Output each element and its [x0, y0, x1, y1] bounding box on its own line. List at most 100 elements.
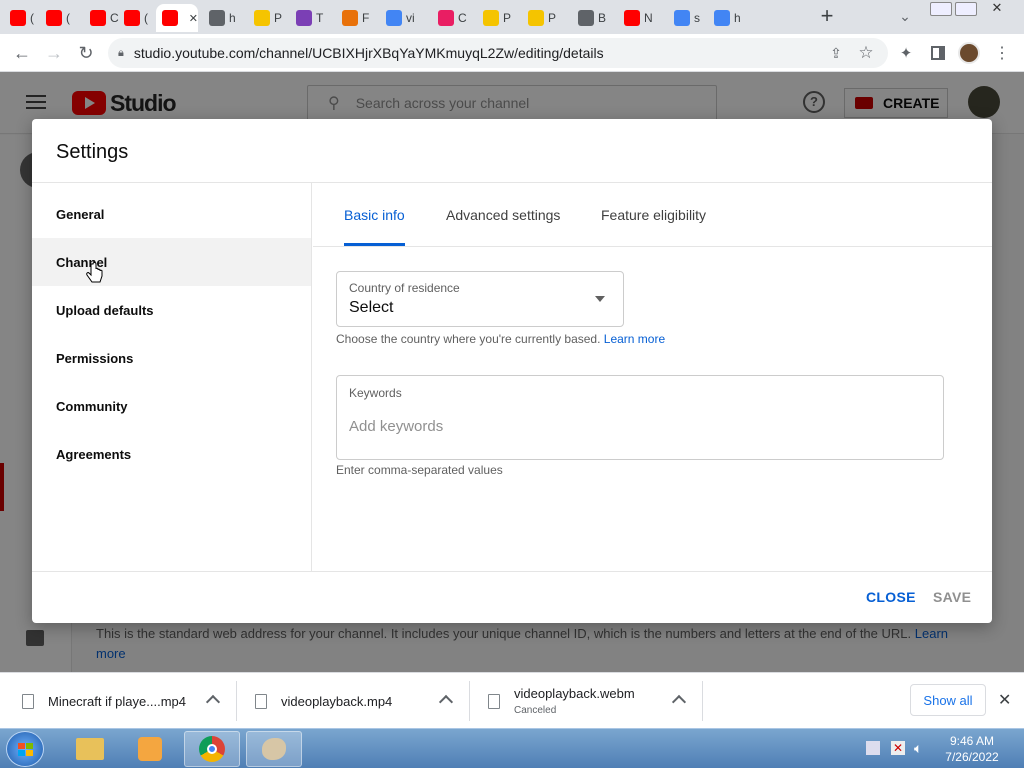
browser-tab[interactable]: (	[40, 4, 78, 32]
download-item[interactable]: videoplayback.webm Canceled	[488, 673, 688, 729]
download-item[interactable]: videoplayback.mp4	[255, 673, 455, 729]
tab-title: h	[734, 11, 741, 25]
dialog-title: Settings	[56, 141, 129, 163]
google-icon	[674, 10, 690, 26]
settings-nav: General Channel Upload defaults Permissions…	[32, 183, 312, 571]
keywords-field[interactable]: Keywords	[336, 375, 944, 460]
tab-title: C	[458, 11, 467, 25]
browser-tab[interactable]: (	[118, 4, 156, 32]
learn-more-link[interactable]: Learn more	[604, 332, 665, 346]
settings-tabs: Basic info Advanced settings Feature eligi…	[313, 183, 992, 247]
address-bar[interactable]: 🔒︎ studio.youtube.com/channel/UCBIXHjrXB…	[108, 38, 888, 68]
close-window-button[interactable]: ✕	[982, 0, 1012, 16]
settings-nav-item-channel[interactable]: Channel	[32, 238, 311, 286]
restore-button[interactable]	[955, 2, 977, 16]
country-help: Choose the country where you're currentl…	[336, 332, 665, 346]
browser-tab-strip: ((C (✕ h P T Fvi C P P B Ns h + ⌄ ✕	[0, 0, 1024, 34]
chrome-taskbar-icon[interactable]	[184, 731, 240, 767]
youtube-icon	[46, 10, 62, 26]
close-download-bar-icon[interactable]: ✕	[998, 690, 1011, 710]
taskbar-clock[interactable]: 9:46 AM 7/26/2022	[932, 733, 1012, 765]
globe-icon	[209, 10, 225, 26]
paint-icon	[342, 10, 358, 26]
browser-tab[interactable]: C	[432, 4, 470, 32]
reload-button[interactable]: ↻	[74, 41, 98, 65]
smiley-icon	[254, 10, 270, 26]
tab-feature-eligibility[interactable]: Feature eligibility	[601, 183, 706, 246]
download-filename: videoplayback.webm	[514, 686, 635, 701]
new-tab-button[interactable]: +	[815, 3, 839, 28]
tab-title: P	[503, 11, 512, 25]
tab-title: T	[316, 11, 324, 25]
bookmark-star-icon[interactable]: ☆	[854, 41, 878, 65]
share-icon[interactable]: ⇪	[824, 41, 848, 65]
tab-advanced-settings[interactable]: Advanced settings	[446, 183, 560, 246]
browser-tab[interactable]: s	[668, 4, 706, 32]
media-player-taskbar-icon[interactable]	[122, 731, 178, 767]
download-item[interactable]: Minecraft if playe....mp4	[22, 673, 222, 729]
browser-tab[interactable]: h	[708, 4, 746, 32]
browser-tab[interactable]: P	[522, 4, 560, 32]
tab-title: N	[644, 11, 653, 25]
browser-tab[interactable]: F	[336, 4, 374, 32]
tab-title: vi	[406, 11, 415, 25]
browser-tab[interactable]: P	[248, 4, 286, 32]
tab-title: P	[274, 11, 283, 25]
action-center-tray-icon[interactable]: ✕	[891, 741, 905, 755]
back-button[interactable]: ←	[10, 41, 34, 65]
tab-label: Advanced settings	[446, 206, 561, 223]
settings-nav-item-agreements[interactable]: Agreements	[32, 430, 311, 478]
extensions-puzzle-icon[interactable]: ✦	[894, 41, 918, 65]
browser-tab[interactable]: h	[203, 4, 241, 32]
hand-cursor-icon	[86, 262, 103, 283]
youtube-icon	[162, 10, 178, 26]
divider	[236, 681, 237, 721]
sidepanel-icon[interactable]	[926, 41, 950, 65]
volume-tray-icon[interactable]: 🔈︎	[914, 740, 922, 757]
profile-avatar[interactable]	[958, 42, 980, 64]
youtube-icon	[124, 10, 140, 26]
browser-tab[interactable]: T	[290, 4, 328, 32]
youtube-icon	[624, 10, 640, 26]
tab-basic-info[interactable]: Basic info	[344, 183, 405, 246]
tab-title: B	[598, 11, 607, 25]
keywords-input[interactable]	[349, 418, 929, 435]
settings-nav-item-permissions[interactable]: Permissions	[32, 334, 311, 382]
browser-tab[interactable]: ✕	[156, 4, 198, 32]
file-explorer-taskbar-icon[interactable]	[62, 731, 118, 767]
country-label: Country of residence	[349, 281, 460, 295]
settings-nav-item-general[interactable]: General	[32, 190, 311, 238]
settings-nav-item-upload-defaults[interactable]: Upload defaults	[32, 286, 311, 334]
settings-nav-item-community[interactable]: Community	[32, 382, 311, 430]
country-help-text: Choose the country where you're currentl…	[336, 332, 601, 346]
browser-tab[interactable]: C	[84, 4, 122, 32]
forward-button[interactable]: →	[42, 41, 66, 65]
browser-menu-icon[interactable]: ⋮	[990, 41, 1014, 65]
country-of-residence-select[interactable]: Country of residence Select	[336, 271, 624, 327]
browser-tab[interactable]: vi	[380, 4, 418, 32]
google-icon	[714, 10, 730, 26]
browser-tab[interactable]: (	[4, 4, 42, 32]
keywords-help: Enter comma-separated values	[336, 463, 503, 477]
close-tab-icon[interactable]: ✕	[189, 12, 198, 25]
close-button[interactable]: CLOSE	[866, 589, 916, 605]
globe-icon	[578, 10, 594, 26]
tab-title: s	[694, 11, 700, 25]
download-filename: videoplayback.mp4	[281, 693, 393, 709]
save-button[interactable]: SAVE	[933, 589, 971, 605]
browser-toolbar: ← → ↻ 🔒︎ studio.youtube.com/channel/UCBI…	[0, 34, 1024, 72]
start-button[interactable]	[6, 731, 44, 767]
tab-title: (	[144, 11, 148, 25]
file-icon	[255, 693, 267, 709]
download-bar: Minecraft if playe....mp4 videoplayback.m…	[0, 672, 1024, 728]
tab-search-chevron-icon[interactable]: ⌄	[893, 4, 917, 28]
paint-taskbar-icon[interactable]	[246, 731, 302, 767]
browser-tab[interactable]: P	[477, 4, 515, 32]
network-tray-icon[interactable]	[866, 741, 880, 755]
browser-tab[interactable]: N	[618, 4, 656, 32]
divider	[32, 571, 992, 572]
url-text: studio.youtube.com/channel/UCBIXHjrXBqYa…	[133, 45, 604, 61]
browser-tab[interactable]: B	[572, 4, 610, 32]
show-all-downloads-button[interactable]: Show all	[910, 684, 986, 716]
minimize-button[interactable]	[930, 2, 952, 16]
